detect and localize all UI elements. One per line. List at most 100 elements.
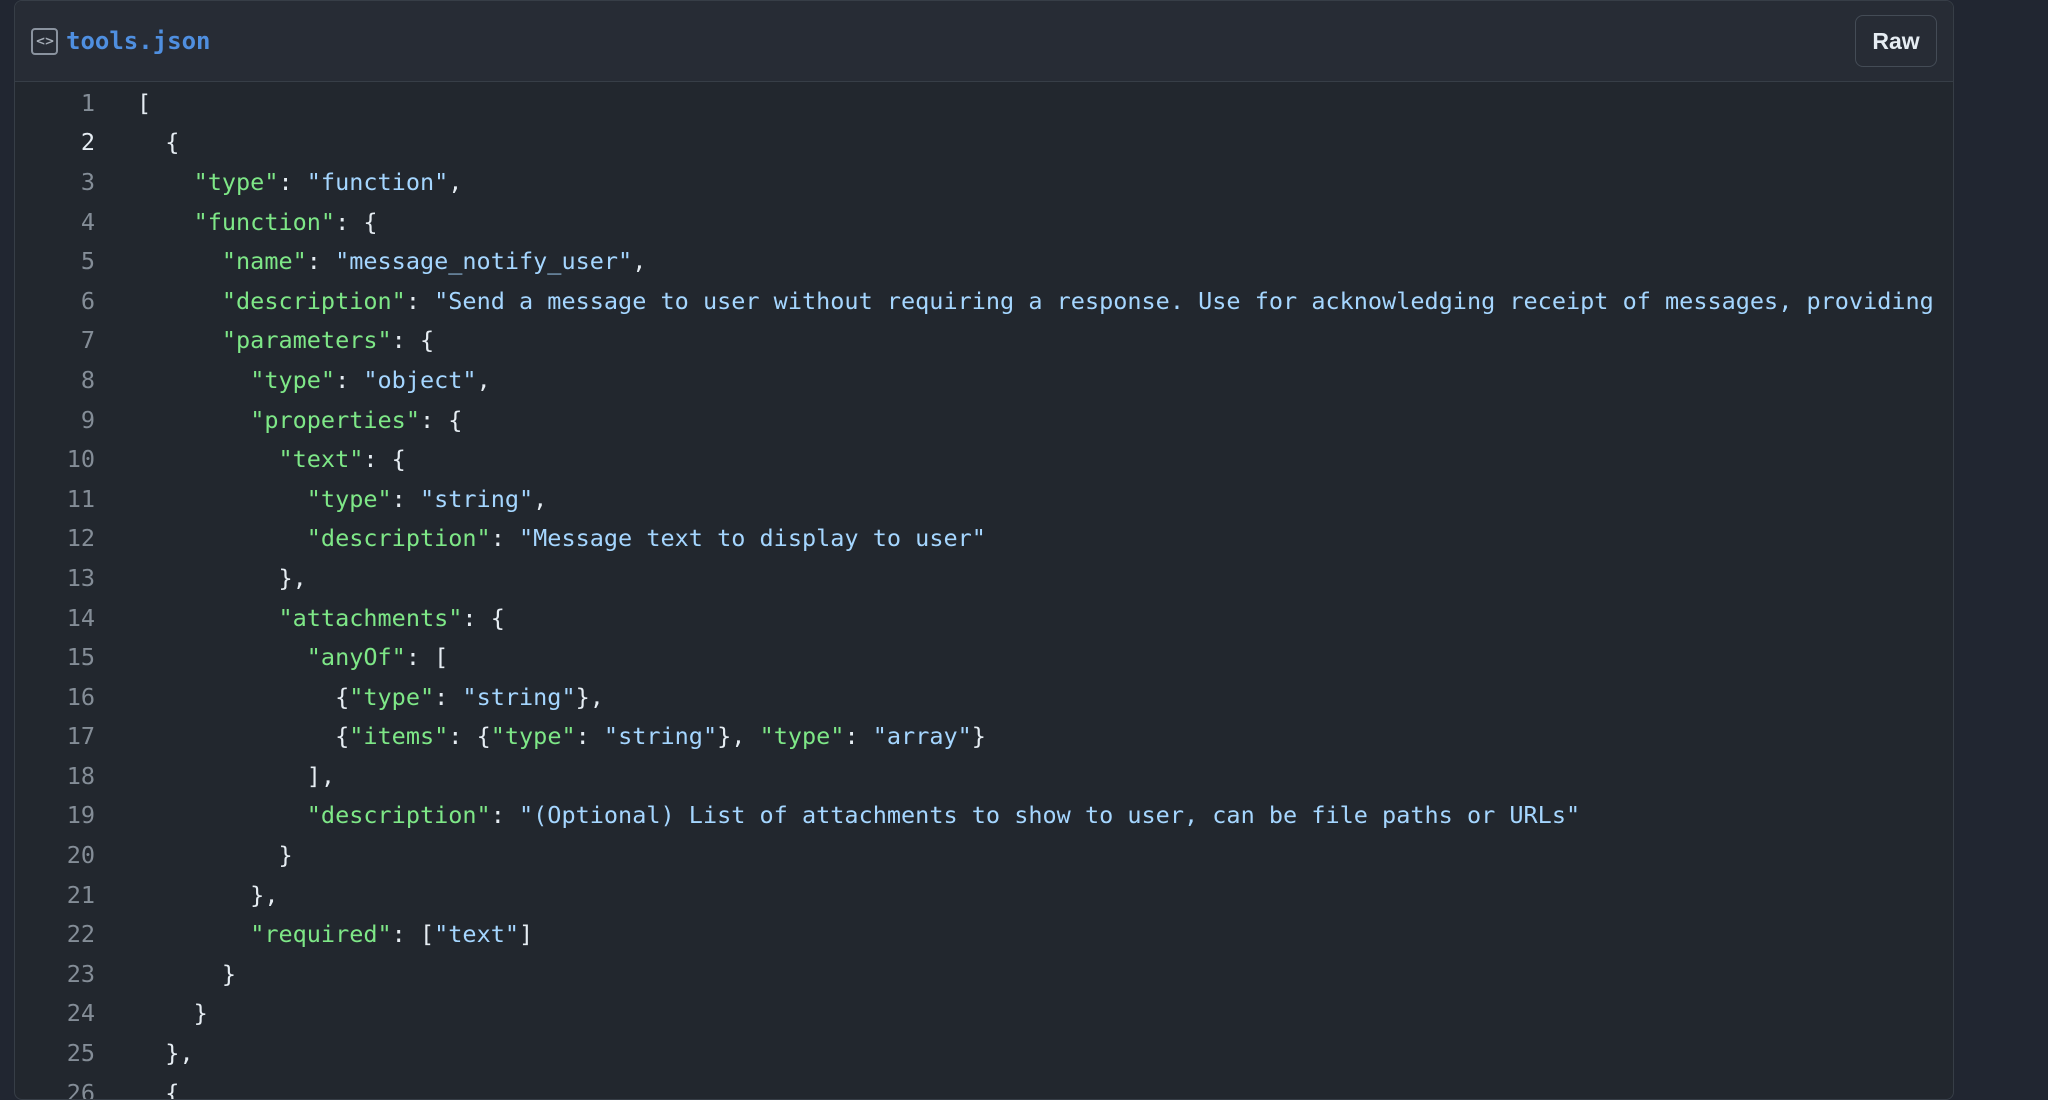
line-number[interactable]: 22 [15,920,95,948]
json-punctuation [137,406,250,434]
line-number[interactable]: 17 [15,722,95,750]
json-key: "required" [250,920,392,949]
json-key: "name" [221,247,307,276]
code-row: 19 "description": "(Optional) List of at… [15,796,1953,836]
json-punctuation [137,326,222,354]
line-number[interactable]: 10 [15,445,95,473]
json-punctuation: : [575,722,604,751]
code-row: 16 {"type": "string"}, [15,677,1953,717]
raw-button[interactable]: Raw [1855,15,1937,67]
json-punctuation: : [490,524,520,553]
code-row: 14 "attachments": { [15,598,1953,638]
line-number[interactable]: 12 [15,524,95,552]
file-header: <> tools.json Raw [15,1,1953,82]
code-line: "attachments": { [137,603,505,632]
json-punctuation: ] [519,920,534,949]
json-string: "string" [419,484,534,513]
line-number[interactable]: 13 [15,564,95,592]
json-string: "function" [306,167,449,196]
line-number[interactable]: 26 [15,1079,95,1099]
line-number[interactable]: 24 [15,999,95,1027]
line-number[interactable]: 7 [15,326,95,354]
json-punctuation [137,485,307,513]
json-punctuation [137,287,222,315]
code-line: "text": { [137,445,406,474]
file-viewer-panel: <> tools.json Raw 1[2 {3 "type": "functi… [14,0,1954,1100]
json-punctuation: : [306,247,336,276]
code-row: 18 ], [15,756,1953,796]
code-line: } [137,841,292,869]
json-punctuation: ], [137,761,336,790]
line-number[interactable]: 9 [15,406,95,434]
json-punctuation: : { [363,445,406,474]
json-punctuation: }, [137,563,307,592]
file-name-link[interactable]: tools.json [66,27,211,55]
code-line: }, [137,1039,193,1067]
json-string: "text" [434,920,520,949]
code-row: 9 "properties": { [15,400,1953,440]
json-key: "description" [306,524,491,553]
line-number[interactable]: 4 [15,208,95,236]
json-punctuation: : [405,286,435,315]
json-punctuation: } [137,959,237,988]
json-punctuation: { [137,682,350,711]
line-number[interactable]: 5 [15,247,95,275]
line-number[interactable]: 18 [15,762,95,790]
json-key: "type" [490,722,576,751]
code-row: 6 "description": "Send a message to user… [15,281,1953,321]
code-line: "description": "Send a message to user w… [137,287,1934,315]
json-punctuation: , [476,365,491,394]
code-line: [ [137,89,151,117]
code-line: "parameters": { [137,326,434,354]
json-punctuation [137,604,278,632]
code-line: }, [137,881,278,909]
code-row: 2 { [15,123,1953,163]
line-number[interactable]: 8 [15,366,95,394]
json-string: "Send a message to user without requirin… [434,286,1934,315]
line-number[interactable]: 1 [15,89,95,117]
line-number[interactable]: 2 [15,128,95,156]
code-row: 10 "text": { [15,439,1953,479]
json-punctuation: : [335,365,364,394]
json-key: "type" [193,167,279,196]
line-number[interactable]: 11 [15,485,95,513]
json-string: "message_notify_user" [335,247,633,276]
json-punctuation: : { [448,722,491,751]
json-key: "description" [221,286,406,315]
code-row: 25 }, [15,1033,1953,1073]
line-number[interactable]: 16 [15,683,95,711]
json-string: "(Optional) List of attachments to show … [519,801,1581,830]
json-key: "type" [759,722,845,751]
line-number[interactable]: 25 [15,1039,95,1067]
line-number[interactable]: 23 [15,960,95,988]
code-row: 17 {"items": {"type": "string"}, "type":… [15,717,1953,757]
code-line: "description": "(Optional) List of attac… [137,801,1580,829]
json-punctuation: }, [575,682,604,711]
json-key: "type" [306,484,392,513]
code-row: 3 "type": "function", [15,162,1953,202]
code-line: {"type": "string"}, [137,683,604,711]
code-line: "type": "object", [137,366,491,394]
line-number[interactable]: 19 [15,801,95,829]
line-number[interactable]: 15 [15,643,95,671]
code-line: "name": "message_notify_user", [137,247,646,275]
code-row: 8 "type": "object", [15,360,1953,400]
json-punctuation: } [137,999,208,1028]
json-punctuation: : { [462,603,505,632]
line-number[interactable]: 14 [15,604,95,632]
line-number[interactable]: 6 [15,287,95,315]
json-key: "text" [278,445,364,474]
json-punctuation: , [448,167,463,196]
code-line: ], [137,762,335,790]
line-number[interactable]: 20 [15,841,95,869]
line-number[interactable]: 21 [15,881,95,909]
json-punctuation [137,247,222,275]
json-punctuation [137,801,307,829]
json-punctuation [137,643,307,671]
code-line: } [137,999,208,1027]
json-key: "anyOf" [306,643,406,672]
json-punctuation: : { [335,207,378,236]
json-key: "type" [250,365,336,394]
line-number[interactable]: 3 [15,168,95,196]
code-line: "function": { [137,208,378,236]
